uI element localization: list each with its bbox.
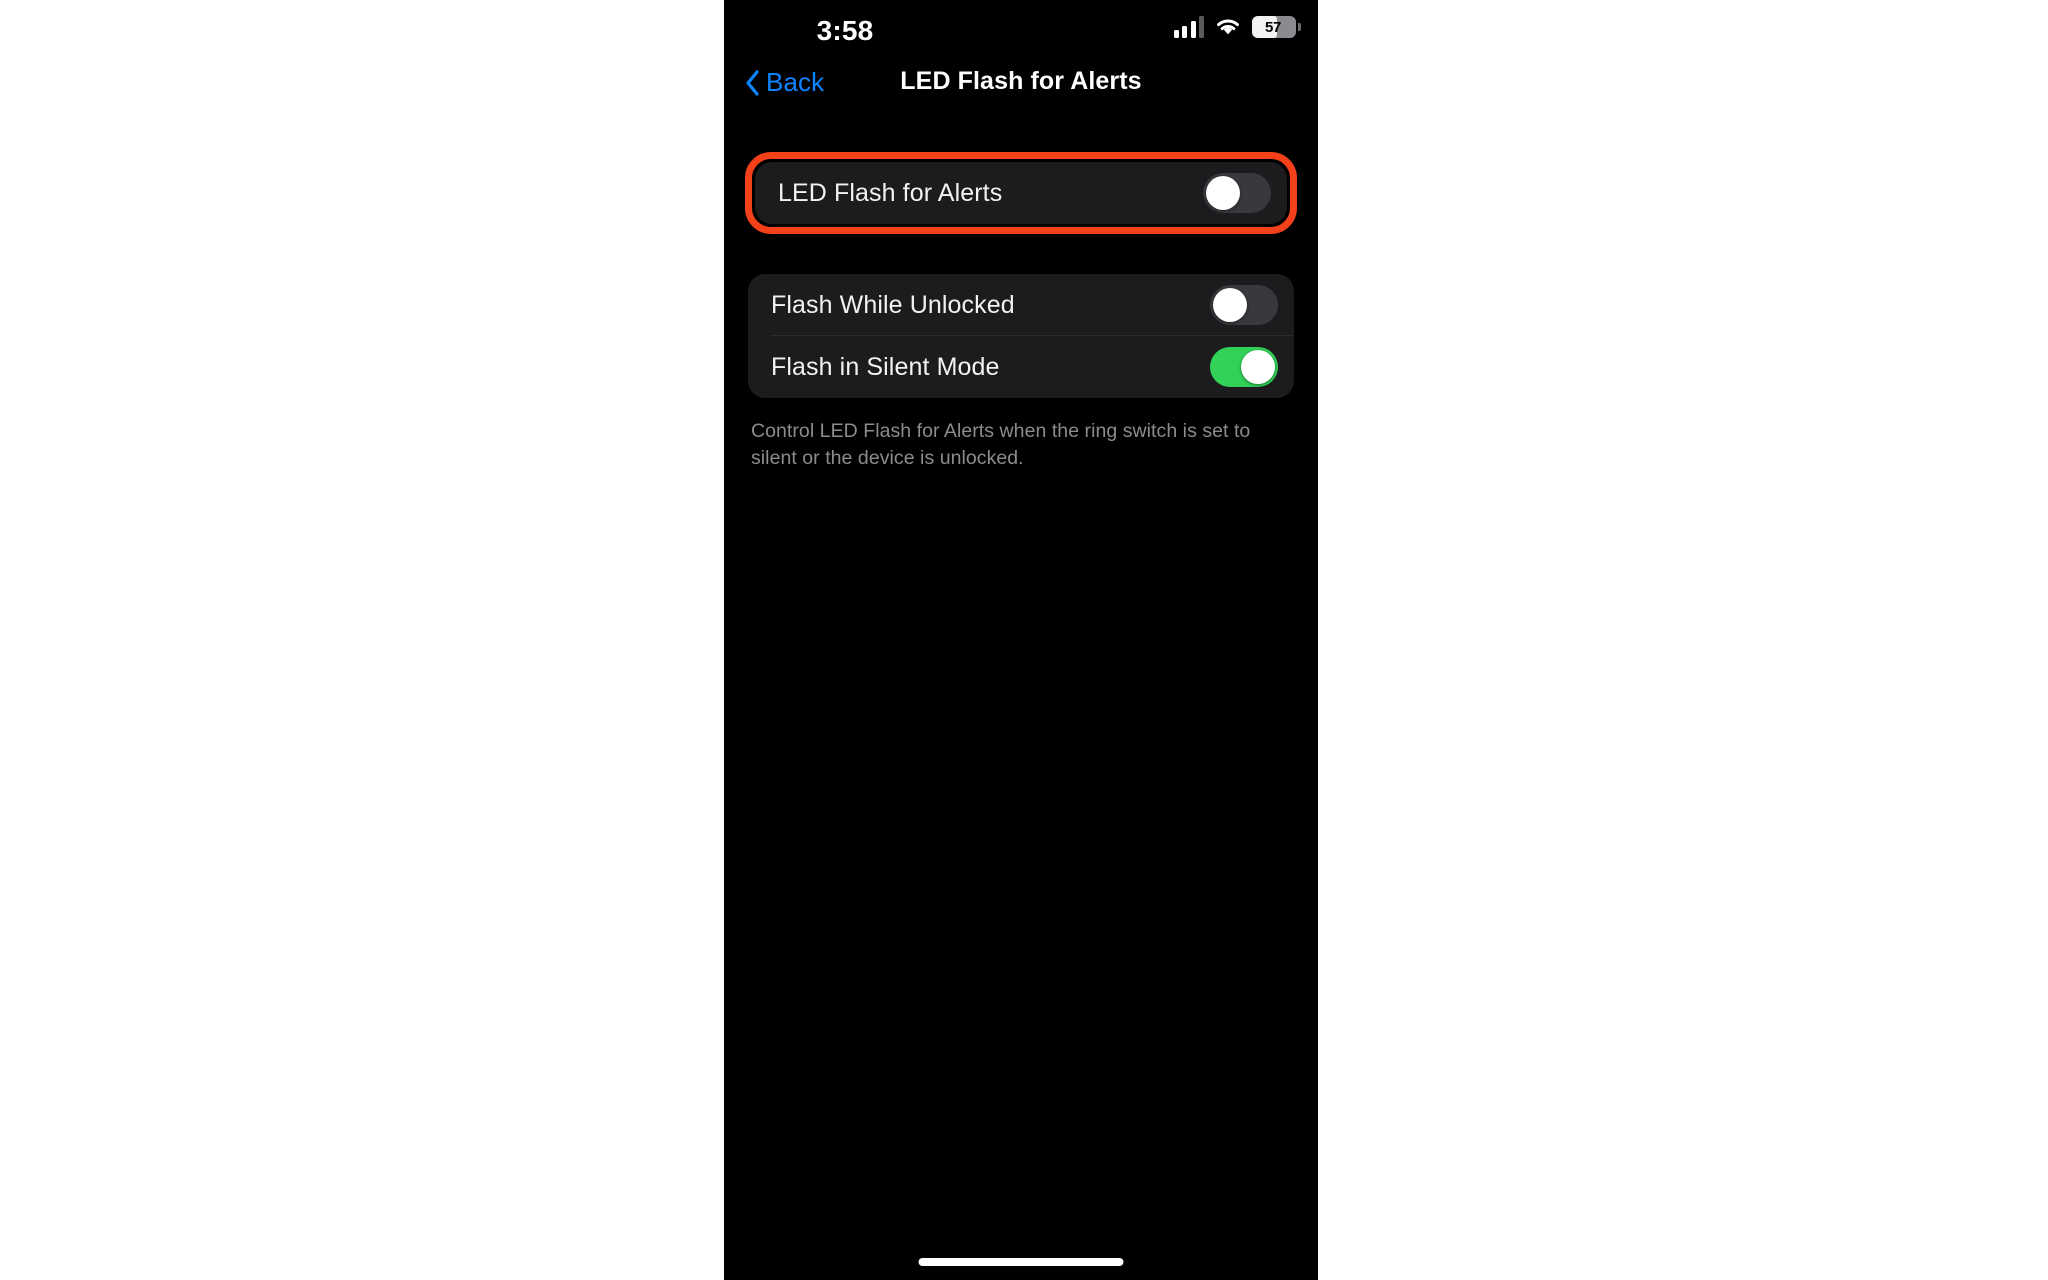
row-label: LED Flash for Alerts	[778, 178, 1003, 207]
row-led-flash-for-alerts[interactable]: LED Flash for Alerts	[755, 162, 1287, 224]
battery-percent-label: 57	[1264, 18, 1282, 36]
row-label: Flash in Silent Mode	[771, 352, 1000, 381]
home-indicator[interactable]	[918, 1258, 1124, 1266]
cellular-signal-icon	[1173, 16, 1204, 38]
primary-settings-group: LED Flash for Alerts	[755, 162, 1287, 224]
status-bar-clock: 3:58	[816, 15, 874, 46]
settings-content: LED Flash for Alerts Flash While Unlocke…	[724, 114, 1318, 472]
phone-screen: 3:58 57 Back LED Flash for Alerts LED Fl…	[724, 0, 1318, 1280]
highlight-annotation: LED Flash for Alerts	[745, 152, 1297, 234]
toggle-knob	[1241, 350, 1275, 384]
row-flash-while-unlocked[interactable]: Flash While Unlocked	[748, 274, 1294, 336]
status-bar: 3:58 57	[724, 0, 1318, 62]
wifi-icon	[1215, 17, 1241, 37]
row-flash-in-silent-mode[interactable]: Flash in Silent Mode	[748, 336, 1294, 398]
screenshot-canvas: 3:58 57 Back LED Flash for Alerts LED Fl…	[0, 0, 2048, 1280]
page-title: LED Flash for Alerts	[900, 67, 1142, 95]
navigation-bar: Back LED Flash for Alerts	[724, 62, 1318, 114]
battery-icon: 57	[1252, 16, 1301, 38]
toggle-knob	[1213, 288, 1247, 322]
toggle-knob	[1206, 176, 1240, 210]
toggle-flash-in-silent-mode[interactable]	[1210, 347, 1278, 387]
row-label: Flash While Unlocked	[771, 290, 1015, 319]
status-bar-indicators: 57	[1173, 16, 1301, 38]
group-footnote: Control LED Flash for Alerts when the ri…	[751, 420, 1251, 469]
secondary-settings-group: Flash While Unlocked Flash in Silent Mod…	[748, 274, 1294, 398]
toggle-led-flash-for-alerts[interactable]	[1203, 173, 1271, 213]
toggle-flash-while-unlocked[interactable]	[1210, 285, 1278, 325]
